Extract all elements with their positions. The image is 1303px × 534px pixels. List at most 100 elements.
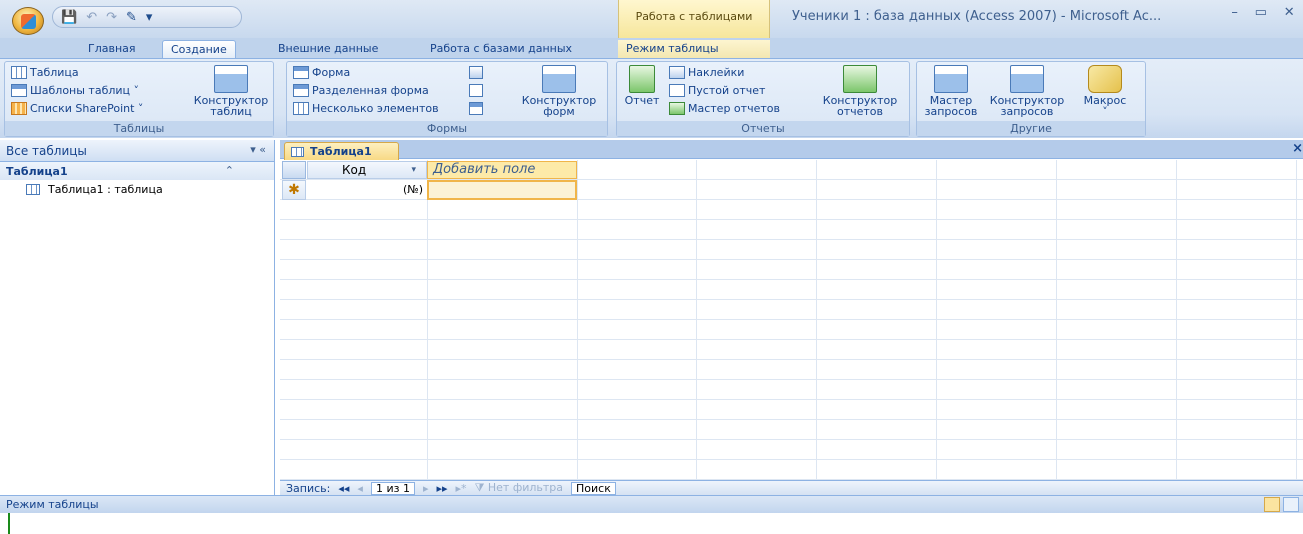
- split-form-label: Разделенная форма: [312, 84, 429, 97]
- tables-group-label: Таблицы: [5, 121, 273, 136]
- table-designer-button[interactable]: Конструктор таблиц: [193, 65, 269, 117]
- chevron-down-icon[interactable]: ▾: [411, 162, 416, 178]
- customize-icon[interactable]: ✎: [126, 10, 137, 25]
- datasheet-view-icon[interactable]: [1264, 497, 1280, 512]
- split-form-icon: [293, 84, 309, 97]
- qat-dropdown-icon[interactable]: ▾: [146, 10, 153, 25]
- close-button[interactable]: ✕: [1284, 5, 1295, 20]
- forms-group-label: Формы: [287, 121, 607, 136]
- form-designer-label-2: форм: [543, 105, 575, 118]
- next-record-button[interactable]: ▸: [423, 482, 429, 495]
- record-navigator: Запись: ◂◂ ◂ 1 из 1 ▸ ▸▸ ▸* ⧩ Нет фильтр…: [280, 480, 1303, 495]
- nav-pane-header[interactable]: Все таблицы ▾ «: [0, 140, 274, 162]
- pivot-chart-icon[interactable]: [469, 66, 483, 79]
- nav-group-title: Таблица1: [6, 164, 68, 178]
- tab-home[interactable]: Главная: [80, 40, 144, 58]
- tab-datasheet[interactable]: Режим таблицы: [618, 40, 770, 58]
- blank-report-button[interactable]: Пустой отчет: [669, 84, 765, 97]
- reports-group: Отчет Наклейки Пустой отчет Мастер отчет…: [616, 61, 910, 137]
- report-designer-icon: [843, 65, 877, 93]
- collapse-icon[interactable]: ⌃: [225, 164, 234, 177]
- tab-database-tools[interactable]: Работа с базами данных: [422, 40, 580, 58]
- tables-group: Таблица Шаблоны таблиц ˅ Списки SharePoi…: [4, 61, 274, 137]
- query-designer-label-2: запросов: [1000, 105, 1054, 118]
- table-button[interactable]: Таблица: [11, 66, 79, 79]
- tab-external-data[interactable]: Внешние данные: [270, 40, 386, 58]
- report-icon: [629, 65, 655, 93]
- last-record-button[interactable]: ▸▸: [436, 482, 447, 495]
- report-button[interactable]: Отчет: [621, 65, 663, 106]
- table-icon: [11, 66, 27, 79]
- macro-button[interactable]: Макрос ˅: [1073, 65, 1137, 117]
- macro-dropdown-icon: ˅: [1102, 105, 1108, 118]
- multiple-items-button[interactable]: Несколько элементов: [293, 102, 439, 115]
- office-button[interactable]: [12, 7, 44, 35]
- grid-line: [936, 160, 937, 480]
- query-designer-button[interactable]: Конструктор запросов: [983, 65, 1071, 117]
- form-button[interactable]: Форма: [293, 66, 350, 79]
- report-wizard-button[interactable]: Мастер отчетов: [669, 102, 780, 115]
- query-designer-icon: [1010, 65, 1044, 93]
- nav-group-header[interactable]: Таблица1 ⌃: [0, 162, 274, 180]
- prev-record-button[interactable]: ◂: [357, 482, 363, 495]
- ribbon-tabs: Главная Создание Внешние данные Работа с…: [0, 38, 1303, 58]
- cell-kod[interactable]: (№): [307, 180, 427, 200]
- labels-icon: [669, 66, 685, 79]
- blank-form-icon[interactable]: [469, 84, 483, 97]
- column-header-add-field[interactable]: Добавить поле: [427, 161, 577, 179]
- report-designer-button[interactable]: Конструктор отчетов: [813, 65, 907, 117]
- split-form-button[interactable]: Разделенная форма: [293, 84, 429, 97]
- reports-group-label: Отчеты: [617, 121, 909, 136]
- more-forms-icon[interactable]: [469, 102, 483, 115]
- undo-icon[interactable]: ↶: [86, 10, 97, 25]
- grid-line: [427, 160, 428, 480]
- query-wizard-button[interactable]: Мастер запросов: [921, 65, 981, 117]
- nav-item-label: Таблица1 : таблица: [48, 182, 163, 196]
- table-templates-button[interactable]: Шаблоны таблиц ˅: [11, 84, 139, 97]
- grid-line: [816, 160, 817, 480]
- view-switcher: [1264, 497, 1299, 512]
- cell-add-field[interactable]: [427, 180, 577, 200]
- nav-item-table1[interactable]: Таблица1 : таблица: [0, 180, 274, 198]
- table-row: ✱ (№): [280, 180, 1303, 200]
- record-label: Запись:: [286, 481, 331, 495]
- column-header-label: Код: [342, 163, 367, 177]
- labels-button[interactable]: Наклейки: [669, 66, 744, 79]
- office-logo-icon: [21, 14, 36, 29]
- status-bar: Режим таблицы: [0, 495, 1303, 513]
- nav-pane-controls[interactable]: ▾ «: [250, 143, 266, 156]
- query-wizard-icon: [934, 65, 968, 93]
- select-all-corner[interactable]: [282, 161, 306, 179]
- context-tab-title: Работа с таблицами: [618, 0, 770, 38]
- labels-label: Наклейки: [688, 66, 745, 79]
- table-icon: [26, 183, 40, 195]
- window-title: Ученики 1 : база данных (Access 2007) - …: [792, 9, 1162, 24]
- sharepoint-lists-button[interactable]: Списки SharePoint ˅: [11, 102, 143, 115]
- document-tab-table1[interactable]: Таблица1: [284, 142, 399, 160]
- record-position-input[interactable]: 1 из 1: [370, 481, 415, 495]
- column-header-kod[interactable]: Код ▾: [307, 161, 427, 179]
- restore-button[interactable]: ▭: [1255, 5, 1267, 20]
- table-templates-label: Шаблоны таблиц ˅: [30, 84, 140, 97]
- grid-line: [1176, 160, 1177, 480]
- document-tabs: Таблица1 ×: [280, 140, 1303, 160]
- window-controls: – ▭ ✕: [1223, 5, 1303, 20]
- header-row: Код ▾ Добавить поле: [280, 160, 1303, 180]
- save-icon[interactable]: 💾: [61, 10, 77, 25]
- taskbar-edge: [8, 513, 10, 534]
- form-designer-button[interactable]: Конструктор форм: [515, 65, 603, 117]
- filter-status[interactable]: ⧩ Нет фильтра: [475, 481, 563, 495]
- tab-create[interactable]: Создание: [162, 40, 236, 58]
- forms-group: Форма Разделенная форма Несколько элемен…: [286, 61, 608, 137]
- report-label: Отчет: [624, 94, 660, 107]
- first-record-button[interactable]: ◂◂: [338, 482, 349, 495]
- nav-pane-title: Все таблицы: [6, 143, 87, 158]
- design-view-icon[interactable]: [1283, 497, 1299, 512]
- table-templates-icon: [11, 84, 27, 97]
- minimize-button[interactable]: –: [1231, 5, 1238, 20]
- close-document-icon[interactable]: ×: [1292, 141, 1303, 156]
- new-record-button[interactable]: ▸*: [456, 482, 467, 495]
- new-record-marker[interactable]: ✱: [282, 180, 306, 200]
- redo-icon[interactable]: ↷: [106, 10, 117, 25]
- search-input[interactable]: Поиск: [571, 481, 616, 495]
